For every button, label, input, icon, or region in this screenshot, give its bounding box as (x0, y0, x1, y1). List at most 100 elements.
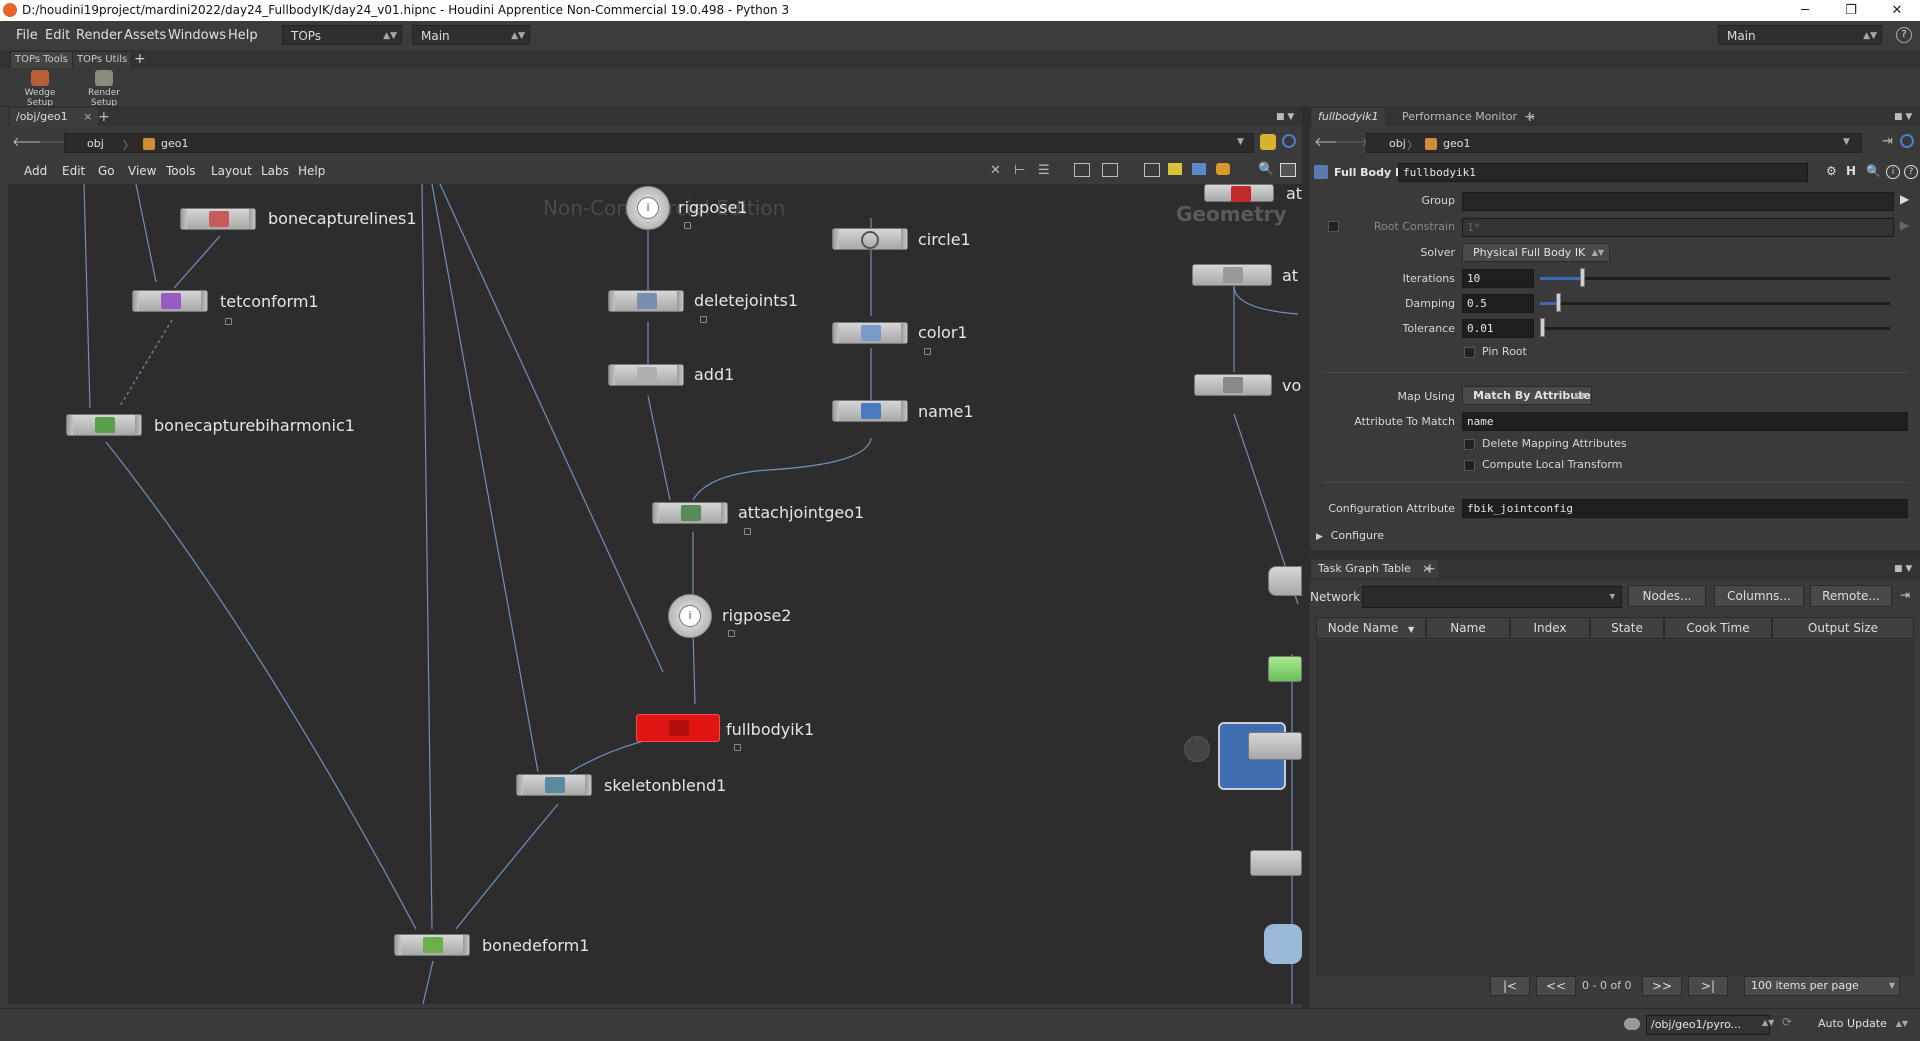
breadcrumb-geo1[interactable]: geo1 (161, 137, 188, 150)
node-display-flag[interactable] (677, 291, 683, 311)
menu-assets[interactable]: Assets (124, 28, 166, 43)
node-partial[interactable] (1268, 566, 1302, 596)
list-icon[interactable]: ☰ (1038, 163, 1050, 178)
grid-alt-icon[interactable] (1102, 163, 1118, 177)
pin-root-checkbox[interactable] (1464, 347, 1475, 358)
link-icon[interactable] (1282, 134, 1296, 148)
path-field[interactable]: obj 〉 geo1 ▼ (64, 133, 1254, 153)
node-display-flag[interactable] (901, 323, 907, 343)
node-display-flag[interactable] (721, 503, 727, 523)
node-display-flag[interactable] (585, 775, 591, 795)
pane-menu-icon[interactable]: ■ ▼ (1888, 560, 1918, 578)
node-bypass-flag[interactable] (833, 229, 839, 249)
link-icon[interactable] (1900, 134, 1914, 148)
shelf-tab-tops-utils[interactable]: TOPs Utils (72, 51, 133, 69)
node-bonecapturebiharmonic1[interactable] (66, 414, 142, 436)
node-display-flag[interactable] (463, 935, 469, 955)
node-bypass-flag[interactable] (609, 365, 615, 385)
network-view[interactable]: Non-Commercial Edition Geometry (8, 184, 1302, 1004)
tab-fullbodyik1[interactable]: fullbodyik1 (1312, 108, 1385, 126)
node-bypass-flag[interactable] (517, 775, 523, 795)
node-bypass-flag[interactable] (833, 401, 839, 421)
database-icon[interactable] (1216, 163, 1230, 175)
prev-page-button[interactable]: << (1536, 976, 1576, 996)
tolerance-slider[interactable] (1540, 318, 1890, 337)
last-page-button[interactable]: >| (1688, 976, 1728, 996)
sticky-note-icon[interactable] (1168, 163, 1182, 175)
menu-edit-network[interactable]: Edit (62, 164, 85, 178)
column-header-cook-time[interactable]: Cook Time (1664, 617, 1772, 639)
damping-slider[interactable] (1540, 293, 1890, 312)
delete-mapping-checkbox[interactable] (1464, 439, 1475, 450)
root-constrain-field[interactable]: 1* (1462, 218, 1894, 237)
node-partial-vo[interactable] (1194, 374, 1272, 396)
background-image-icon[interactable] (1144, 163, 1160, 177)
node-display-flag[interactable] (901, 229, 907, 249)
node-display-flag[interactable] (135, 415, 141, 435)
config-attr-field[interactable]: fbik_jointconfig (1462, 499, 1908, 518)
menu-layout[interactable]: Layout (211, 164, 252, 178)
add-tab-button[interactable]: + (1418, 560, 1442, 578)
node-deletejoints1[interactable] (608, 290, 684, 312)
node-display-flag[interactable] (901, 401, 907, 421)
solver-select[interactable]: Physical Full Body IK ▲▼ (1462, 243, 1610, 262)
damping-field[interactable]: 0.5 (1462, 294, 1534, 313)
node-bonedeform1[interactable] (394, 934, 470, 956)
collapse-icon[interactable] (1184, 736, 1210, 762)
nodes-button[interactable]: Nodes... (1628, 585, 1706, 607)
column-header-node-name[interactable]: Node Name ▼ (1316, 617, 1426, 639)
menu-labs[interactable]: Labs (261, 164, 289, 178)
refresh-icon[interactable]: ⟳ (1782, 1015, 1792, 1029)
chevron-updown-icon[interactable]: ▲▼ (1762, 1018, 1774, 1027)
first-page-button[interactable]: |< (1490, 976, 1530, 996)
items-per-page-select[interactable]: 100 items per page ▼ (1744, 976, 1900, 996)
column-header-name[interactable]: Name (1426, 617, 1510, 639)
search-icon[interactable]: 🔍 (1258, 162, 1274, 177)
breadcrumb-obj[interactable]: obj (1389, 137, 1406, 150)
search-icon[interactable]: 🔍 (1866, 164, 1881, 178)
column-header-index[interactable]: Index (1510, 617, 1590, 639)
node-attachjointgeo1[interactable] (652, 502, 728, 524)
wire-tool-icon[interactable]: ✕ (990, 163, 1001, 178)
node-bypass-flag[interactable] (833, 323, 839, 343)
hip-icon[interactable]: H (1846, 164, 1856, 178)
node-display-flag[interactable] (201, 291, 207, 311)
slider-handle[interactable] (1580, 268, 1585, 287)
forward-arrow-icon[interactable]: 🡒 (1334, 134, 1369, 150)
node-name1[interactable] (832, 400, 908, 422)
menu-add[interactable]: Add (24, 164, 47, 178)
status-path-field[interactable]: /obj/geo1/pyro... (1646, 1015, 1770, 1035)
desktop-select[interactable]: TOPs ▲▼ (282, 25, 402, 45)
pin-icon[interactable]: ⇥ (1900, 588, 1910, 602)
menu-render[interactable]: Render (76, 28, 122, 43)
map-using-select[interactable]: Match By Attribute ▲▼ (1462, 386, 1592, 405)
remote-button[interactable]: Remote... (1810, 585, 1892, 607)
root-constrain-arrow-icon[interactable]: ▶ (1900, 218, 1909, 232)
auto-update-select[interactable]: Auto Update ▲▼ (1802, 1015, 1910, 1035)
gear-icon[interactable]: ⚙ (1826, 164, 1837, 178)
task-table-body[interactable] (1316, 640, 1914, 976)
pin-icon[interactable] (1260, 134, 1276, 150)
menu-edit[interactable]: Edit (45, 28, 70, 43)
menu-file[interactable]: File (16, 28, 38, 43)
node-bypass-flag[interactable] (395, 935, 401, 955)
path-dropdown-icon[interactable]: ▼ (1843, 137, 1850, 147)
help-icon[interactable]: ? (1904, 165, 1918, 179)
wedge-setup-tool[interactable]: Wedge Setup (12, 70, 68, 108)
render-setup-tool[interactable]: Render Setup (74, 70, 134, 108)
attribute-to-match-field[interactable]: name (1462, 412, 1908, 431)
context-select[interactable]: Main ▲▼ (412, 25, 530, 45)
node-rigpose2[interactable]: i (668, 594, 712, 638)
info-icon[interactable]: i (1886, 165, 1900, 179)
node-bonecapturelines1[interactable] (180, 208, 256, 230)
node-rigpose1[interactable]: i (626, 186, 670, 230)
node-bypass-flag[interactable] (181, 209, 187, 229)
shelf-tab-tops-tools[interactable]: TOPs Tools (10, 51, 73, 69)
network-select[interactable]: ▼ (1362, 586, 1622, 608)
node-partial-green[interactable] (1268, 656, 1302, 682)
tolerance-field[interactable]: 0.01 (1462, 319, 1534, 338)
node-partial-at[interactable] (1192, 264, 1272, 286)
breadcrumb-obj[interactable]: obj (87, 137, 104, 150)
minimize-button[interactable]: ─ (1782, 0, 1828, 21)
tab-obj-geo1[interactable]: /obj/geo1 × (10, 108, 99, 126)
